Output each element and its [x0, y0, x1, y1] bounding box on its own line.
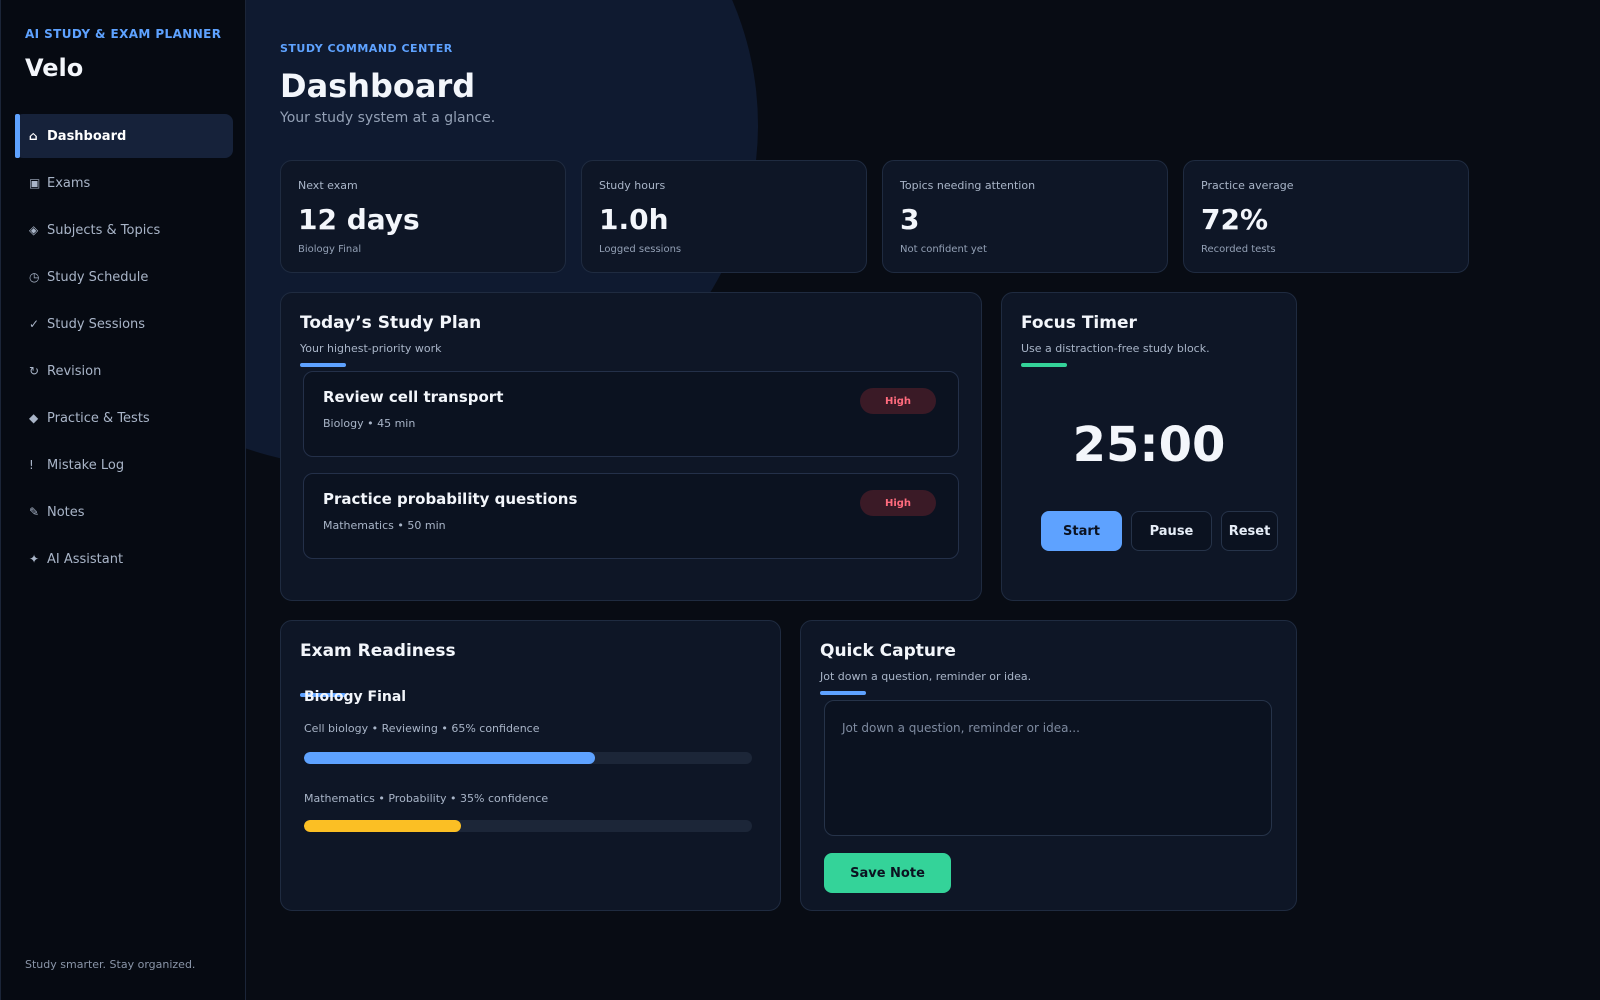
sidebar-item-ai-assistant[interactable]: ✦ AI Assistant [15, 537, 233, 581]
sidebar-item-label: Revision [47, 363, 102, 379]
exam-readiness-panel: Exam Readiness Biology Final Cell biolog… [280, 620, 781, 911]
sidebar-item-label: Study Schedule [47, 269, 149, 285]
sidebar-item-notes[interactable]: ✎ Notes [15, 490, 233, 534]
stat-card-study-hours: Study hours 1.0h Logged sessions [581, 160, 867, 273]
panel-title: Today’s Study Plan [300, 313, 482, 333]
stat-label: Topics needing attention [900, 179, 1036, 192]
save-note-button[interactable]: Save Note [824, 853, 951, 893]
confidence-progress-fill [304, 820, 461, 832]
stat-card-practice-average: Practice average 72% Recorded tests [1183, 160, 1469, 273]
study-plan-panel: Today’s Study Plan Your highest-priority… [280, 292, 982, 601]
task-title: Practice probability questions [323, 490, 578, 508]
sidebar-item-label: AI Assistant [47, 551, 124, 567]
confidence-progress-bar [304, 820, 752, 832]
priority-badge: High [860, 388, 936, 414]
sidebar-item-label: Mistake Log [47, 457, 125, 473]
stat-value: 72% [1201, 203, 1269, 236]
alert-icon: ! [29, 458, 34, 472]
sidebar-item-practice-tests[interactable]: ◆ Practice & Tests [15, 396, 233, 440]
stat-label: Next exam [298, 179, 358, 192]
task-meta: Mathematics • 50 min [323, 519, 446, 532]
stat-caption: Recorded tests [1201, 244, 1276, 255]
accent-bar [1021, 363, 1067, 367]
sidebar-item-exams[interactable]: ▣ Exams [15, 161, 233, 205]
sidebar-item-label: Exams [47, 175, 91, 191]
sidebar: AI STUDY & EXAM PLANNER Velo ⌂ Dashboard… [0, 0, 246, 1000]
priority-badge: High [860, 490, 936, 516]
accent-bar [820, 691, 866, 695]
confidence-progress-bar [304, 752, 752, 764]
main-content: STUDY COMMAND CENTER Dashboard Your stud… [280, 0, 1600, 1000]
accent-bar [300, 363, 346, 367]
pencil-icon: ✎ [29, 505, 40, 519]
stat-caption: Not confident yet [900, 244, 987, 255]
sidebar-footer-tagline: Study smarter. Stay organized. [25, 958, 196, 971]
stat-value: 12 days [298, 203, 420, 236]
sidebar-item-label: Subjects & Topics [47, 222, 161, 238]
sidebar-item-mistake-log[interactable]: ! Mistake Log [15, 443, 233, 487]
sparkle-icon: ✦ [29, 552, 40, 566]
sidebar-item-revision[interactable]: ↻ Revision [15, 349, 233, 393]
stat-value: 3 [900, 203, 920, 236]
panel-subtitle: Use a distraction-free study block. [1021, 342, 1210, 355]
sidebar-item-label: Practice & Tests [47, 410, 150, 426]
reset-button[interactable]: Reset [1221, 511, 1278, 551]
stat-value: 1.0h [599, 203, 669, 236]
stat-card-next-exam: Next exam 12 days Biology Final [280, 160, 566, 273]
panel-title: Focus Timer [1021, 313, 1137, 333]
panel-title: Exam Readiness [300, 641, 456, 661]
panel-title: Quick Capture [820, 641, 956, 661]
sidebar-nav: ⌂ Dashboard ▣ Exams ◈ Subjects & Topics … [15, 114, 233, 584]
stat-caption: Biology Final [298, 244, 362, 255]
task-title: Review cell transport [323, 388, 504, 406]
check-icon: ✓ [29, 317, 40, 331]
home-icon: ⌂ [29, 129, 38, 143]
brand-name: Velo [25, 54, 84, 82]
sidebar-item-label: Dashboard [47, 128, 127, 144]
note-input[interactable] [824, 700, 1272, 836]
layers-icon: ◈ [29, 223, 39, 237]
calendar-icon: ▣ [29, 176, 41, 190]
sidebar-item-dashboard[interactable]: ⌂ Dashboard [15, 114, 233, 158]
sidebar-item-study-schedule[interactable]: ◷ Study Schedule [15, 255, 233, 299]
pause-button[interactable]: Pause [1131, 511, 1212, 551]
stat-caption: Logged sessions [599, 244, 682, 255]
panel-subtitle: Jot down a question, reminder or idea. [820, 670, 1032, 683]
task-card[interactable]: Practice probability questions Mathemati… [303, 473, 959, 559]
page-kicker: STUDY COMMAND CENTER [280, 42, 453, 55]
diamond-icon: ◆ [29, 411, 39, 425]
topic-confidence-label: Mathematics • Probability • 35% confiden… [304, 792, 549, 805]
focus-timer-panel: Focus Timer Use a distraction-free study… [1001, 292, 1297, 601]
timer-display: 25:00 [1072, 417, 1226, 473]
quick-capture-panel: Quick Capture Jot down a question, remin… [800, 620, 1297, 911]
sidebar-item-label: Notes [47, 504, 85, 520]
task-card[interactable]: Review cell transport Biology • 45 min H… [303, 371, 959, 457]
panel-subtitle: Your highest-priority work [300, 342, 442, 355]
exam-name: Biology Final [304, 689, 407, 705]
page-title: Dashboard [280, 67, 476, 105]
sidebar-item-subjects-topics[interactable]: ◈ Subjects & Topics [15, 208, 233, 252]
topic-confidence-label: Cell biology • Reviewing • 65% confidenc… [304, 722, 540, 735]
sidebar-item-study-sessions[interactable]: ✓ Study Sessions [15, 302, 233, 346]
stat-label: Study hours [599, 179, 666, 192]
stat-card-topics-attention: Topics needing attention 3 Not confident… [882, 160, 1168, 273]
stat-label: Practice average [1201, 179, 1294, 192]
sidebar-item-label: Study Sessions [47, 316, 146, 332]
clock-icon: ◷ [29, 270, 40, 284]
confidence-progress-fill [304, 752, 596, 764]
brand-kicker: AI STUDY & EXAM PLANNER [25, 27, 222, 41]
task-meta: Biology • 45 min [323, 417, 416, 430]
start-button[interactable]: Start [1041, 511, 1122, 551]
refresh-icon: ↻ [29, 364, 40, 378]
page-subtitle: Your study system at a glance. [280, 110, 496, 126]
